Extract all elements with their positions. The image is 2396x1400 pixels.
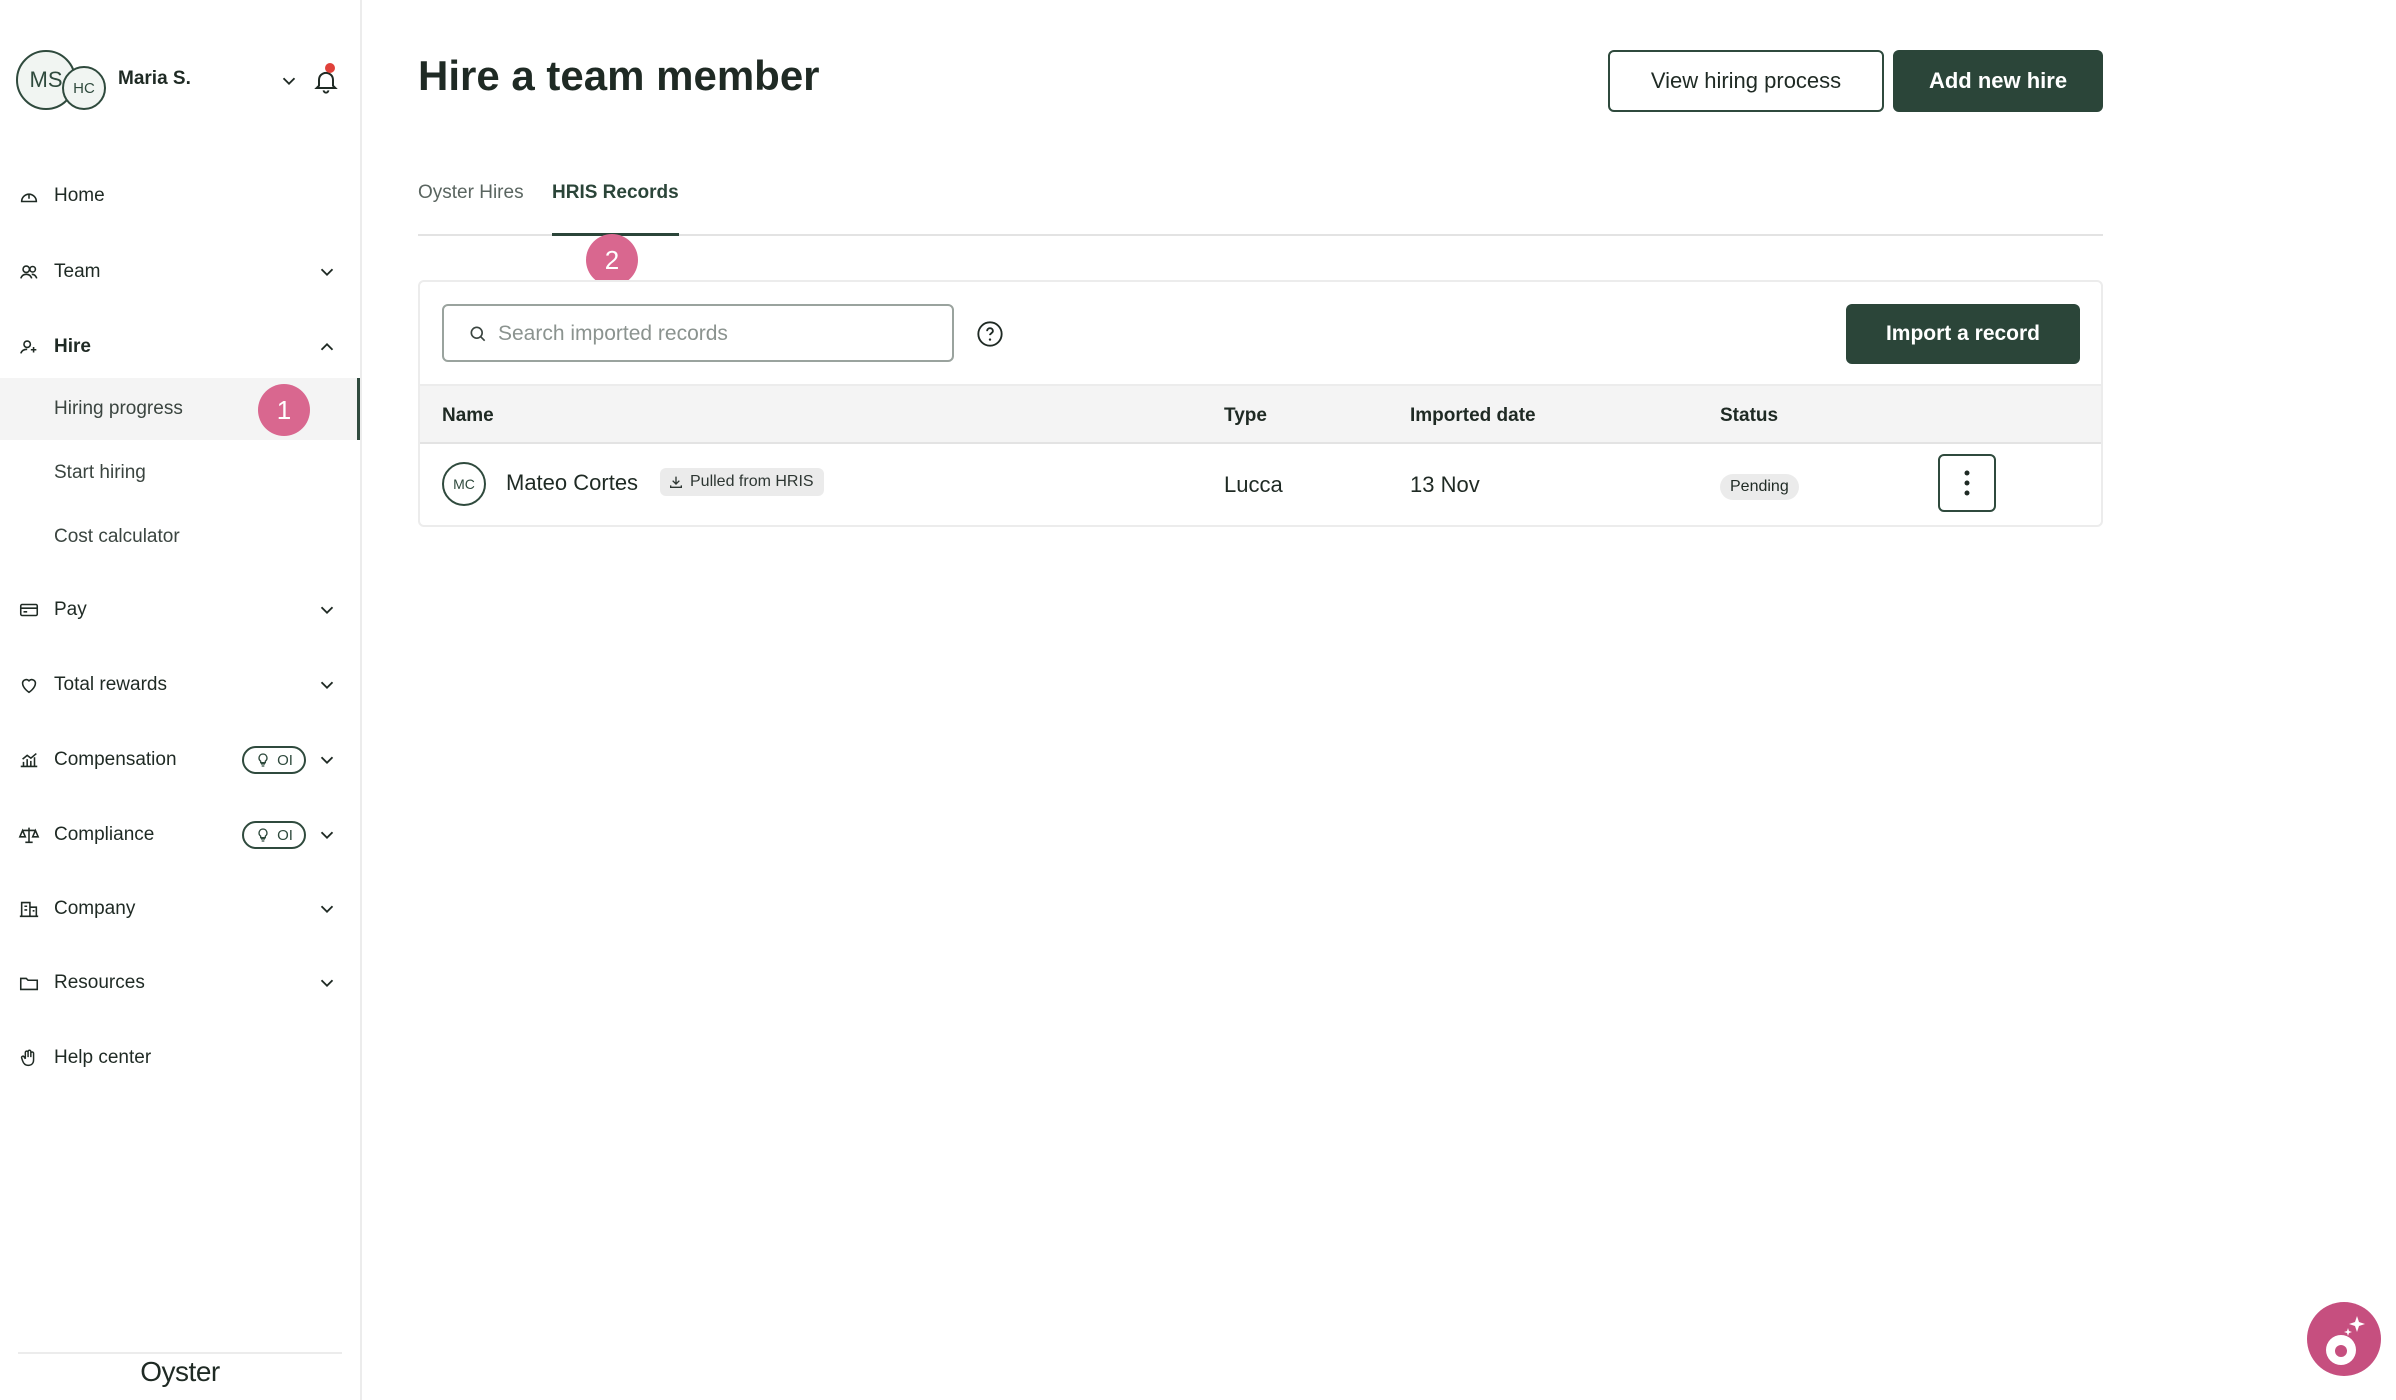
sidebar-item-total-rewards[interactable]: Total rewards: [0, 655, 360, 715]
hire-icon: [20, 340, 37, 354]
chevron-down-icon: [320, 756, 334, 765]
chevron-down-icon: [320, 268, 334, 277]
record-name[interactable]: Mateo Cortes: [506, 470, 638, 496]
chart-icon: [20, 752, 38, 768]
ai-badge-label: OI: [277, 826, 293, 844]
column-header-status[interactable]: Status: [1720, 405, 1778, 427]
record-imported-date: 13 Nov: [1410, 472, 1480, 497]
user-menu[interactable]: MS HC Maria S.: [16, 46, 346, 114]
search-field[interactable]: [442, 304, 954, 362]
table-header: Name Type Imported date Status: [420, 384, 2101, 444]
sidebar: MS HC Maria S. Home Team Hire Hiring pro…: [0, 0, 362, 1400]
avatar: MC: [442, 462, 486, 506]
chevron-down-icon: [320, 905, 334, 914]
ai-badge-label: OI: [277, 751, 293, 769]
lightbulb-icon: [258, 828, 268, 842]
sidebar-item-help-center[interactable]: Help center: [0, 1028, 360, 1088]
sparkle-assistant-icon: [2326, 1316, 2365, 1365]
notification-dot: [325, 63, 335, 73]
chevron-down-icon: [320, 681, 334, 690]
help-circle-icon[interactable]: [976, 320, 1004, 348]
column-header-imported-date[interactable]: Imported date: [1410, 405, 1536, 427]
column-header-type[interactable]: Type: [1224, 405, 1267, 427]
home-icon: [20, 193, 38, 203]
help-hand-icon: [20, 1049, 35, 1067]
source-chip: Pulled from HRIS: [660, 468, 824, 496]
sidebar-item-compensation[interactable]: Compensation OI: [0, 730, 360, 790]
sidebar-item-cost-calculator[interactable]: Cost calculator: [0, 506, 360, 568]
sidebar-item-label: Total rewards: [54, 674, 167, 695]
tab-hris-records[interactable]: HRIS Records: [552, 178, 679, 236]
sidebar-item-label: Pay: [54, 599, 87, 620]
user-name: Maria S.: [118, 68, 191, 89]
chevron-down-icon: [320, 606, 334, 615]
page-title: Hire a team member: [418, 52, 820, 99]
company-avatar-initials: HC: [73, 79, 95, 97]
user-avatar-initials: MS: [29, 67, 63, 92]
tab-bar: Oyster Hires HRIS Records: [418, 178, 2103, 236]
sidebar-item-label: Hire: [54, 336, 91, 357]
chevron-down-icon: [320, 831, 334, 840]
add-new-hire-button[interactable]: Add new hire: [1893, 50, 2103, 112]
import-record-button[interactable]: Import a record: [1846, 304, 2080, 364]
sidebar-item-resources[interactable]: Resources: [0, 953, 360, 1013]
sidebar-item-label: Hiring progress: [54, 398, 183, 419]
sidebar-item-label: Help center: [54, 1047, 152, 1068]
sidebar-item-pay[interactable]: Pay: [0, 580, 360, 640]
sidebar-item-label: Cost calculator: [54, 526, 180, 547]
sidebar-item-company[interactable]: Company: [0, 879, 360, 939]
search-icon: [470, 326, 486, 342]
heart-icon: [21, 678, 37, 694]
table-row[interactable]: MC Mateo Cortes Pulled from HRIS Lucca 1…: [420, 444, 2101, 525]
step-annotation-1: 1: [258, 384, 310, 436]
sidebar-item-label: Team: [54, 261, 101, 282]
chevron-down-icon[interactable]: [278, 70, 300, 92]
sidebar-divider: [18, 1352, 342, 1354]
sidebar-item-label: Company: [54, 898, 136, 919]
sidebar-item-label: Start hiring: [54, 462, 146, 483]
ai-assistant-button[interactable]: [2307, 1302, 2381, 1376]
column-header-name[interactable]: Name: [442, 405, 494, 427]
more-vertical-icon: [1964, 470, 1970, 496]
sidebar-item-label: Resources: [54, 972, 145, 993]
status-badge: Pending: [1720, 474, 1799, 500]
source-chip-label: Pulled from HRIS: [690, 473, 814, 490]
lightbulb-icon: [258, 753, 268, 767]
records-card: Import a record Name Type Imported date …: [418, 280, 2103, 527]
team-icon: [20, 265, 38, 279]
sidebar-item-label: Compensation: [54, 749, 177, 770]
ai-badge: OI: [242, 821, 306, 849]
sidebar-item-hire[interactable]: Hire: [0, 317, 360, 377]
sidebar-item-compliance[interactable]: Compliance OI: [0, 805, 360, 865]
tab-oyster-hires[interactable]: Oyster Hires: [418, 178, 524, 236]
sidebar-item-home[interactable]: Home: [0, 166, 360, 226]
sidebar-item-start-hiring[interactable]: Start hiring: [0, 442, 360, 504]
download-icon: [670, 476, 682, 488]
sidebar-item-label: Compliance: [54, 824, 155, 845]
oyster-logo: Oyster: [140, 1356, 220, 1387]
chevron-down-icon: [320, 979, 334, 988]
step-annotation-2: 2: [586, 234, 638, 286]
view-hiring-process-button[interactable]: View hiring process: [1608, 50, 1884, 112]
chevron-up-icon: [320, 342, 334, 351]
scale-icon: [18, 827, 40, 844]
sidebar-item-team[interactable]: Team: [0, 242, 360, 302]
record-type: Lucca: [1224, 472, 1283, 497]
ai-badge: OI: [242, 746, 306, 774]
search-input[interactable]: [498, 316, 938, 352]
company-avatar[interactable]: HC: [62, 66, 106, 110]
card-icon: [19, 603, 39, 617]
sidebar-item-label: Home: [54, 185, 105, 206]
row-actions-button[interactable]: [1938, 454, 1996, 512]
building-icon: [19, 901, 39, 918]
folder-icon: [19, 977, 39, 991]
